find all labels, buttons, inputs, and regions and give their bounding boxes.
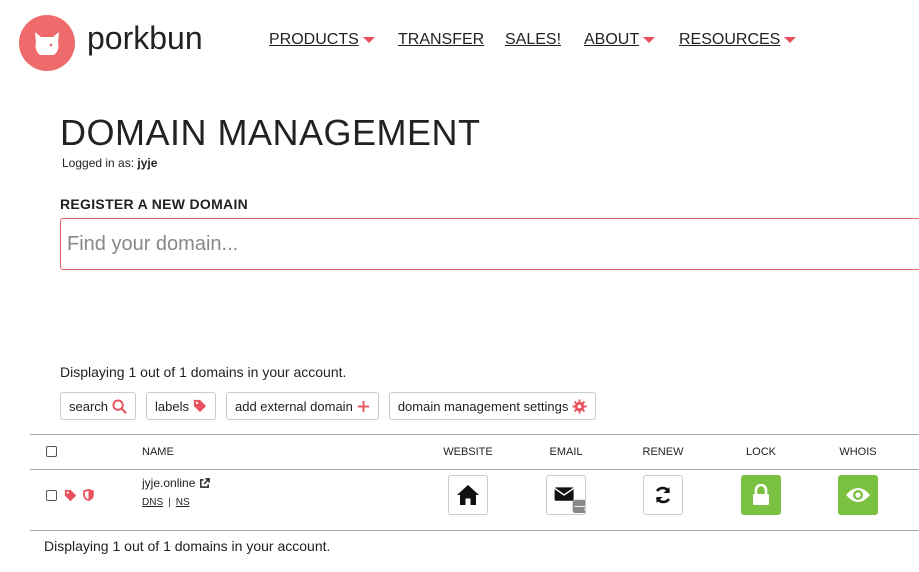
logged-in-info: Logged in as: jyje [62,156,157,170]
domain-management-settings-button[interactable]: domain management settings [388,392,597,420]
logged-in-label: Logged in as: [62,156,135,170]
table-header-divider [30,469,919,470]
nav-transfer[interactable]: TRANSFER [398,31,484,49]
settings-button-label: domain management settings [397,398,569,414]
table-top-divider [30,434,919,435]
page-title: DOMAIN MANAGEMENT [60,112,481,153]
brand-name: porkbun [87,19,203,56]
add-external-domain-button[interactable]: add external domain [226,392,379,420]
domain-search-input[interactable] [61,219,919,269]
refresh-icon [655,486,671,504]
chevron-down-icon [643,37,656,43]
pig-logo-icon [19,15,75,71]
table-bottom-divider [30,530,919,531]
domain-search-box [60,218,919,270]
labels-button[interactable]: labels [146,392,216,420]
plus-icon [357,400,369,412]
lock-button[interactable] [741,475,781,515]
column-header-website: WEBSITE [443,446,493,458]
domain-count-summary: Displaying 1 out of 1 domains in your ac… [60,364,347,380]
renew-button[interactable] [643,475,683,515]
domain-sub-links: DNS | NS [142,497,190,508]
dns-link[interactable]: DNS [142,497,163,508]
search-button[interactable]: search [60,392,137,420]
nav-products-label: PRODUCTS [269,31,359,48]
nav-transfer-label: TRANSFER [398,31,485,48]
domain-name: jyje.online [142,476,196,490]
add-external-domain-label: add external domain [235,398,353,414]
tag-icon [193,399,207,413]
search-icon [112,398,127,414]
column-header-whois: WHOIS [839,446,877,458]
chevron-down-icon [784,37,797,43]
labels-button-label: labels [155,398,189,414]
tag-icon[interactable] [64,489,77,502]
website-button[interactable] [448,475,488,515]
link-separator: | [168,497,171,508]
register-domain-label: REGISTER A NEW DOMAIN [60,196,249,212]
column-header-renew: RENEW [642,446,684,458]
lock-icon [753,484,769,505]
home-icon [457,485,479,505]
nav-about-label: ABOUT [584,31,640,48]
search-button-label: search [69,398,109,414]
nav-resources-label: RESOURCES [679,31,781,48]
domain-toolbar: search labels add external domain domain… [60,392,597,420]
nav-sales-label: SALES! [505,31,562,48]
nav-resources[interactable]: RESOURCES [679,31,797,49]
nav-products[interactable]: PRODUCTS [269,31,375,49]
whois-button[interactable] [838,475,878,515]
shield-icon[interactable] [82,488,95,502]
domain-count-summary-bottom: Displaying 1 out of 1 domains in your ac… [44,538,331,554]
ns-link[interactable]: NS [176,497,190,508]
gear-icon [572,398,587,414]
domain-name-link[interactable]: jyje.online [142,476,211,490]
eye-icon [846,488,870,502]
column-header-email: EMAIL [549,446,583,458]
external-link-icon[interactable] [199,477,211,489]
column-header-lock: LOCK [746,446,776,458]
row-select-checkbox[interactable] [46,490,57,501]
select-all-checkbox[interactable] [46,446,57,457]
nav-about[interactable]: ABOUT [584,31,656,49]
email-button[interactable] [546,475,586,515]
nav-sales[interactable]: SALES! [505,31,561,49]
brand-logo[interactable]: porkbun [19,15,203,71]
column-header-name: NAME [142,446,174,458]
username: jyje [137,156,158,170]
email-icon [554,487,585,514]
chevron-down-icon [362,37,375,43]
